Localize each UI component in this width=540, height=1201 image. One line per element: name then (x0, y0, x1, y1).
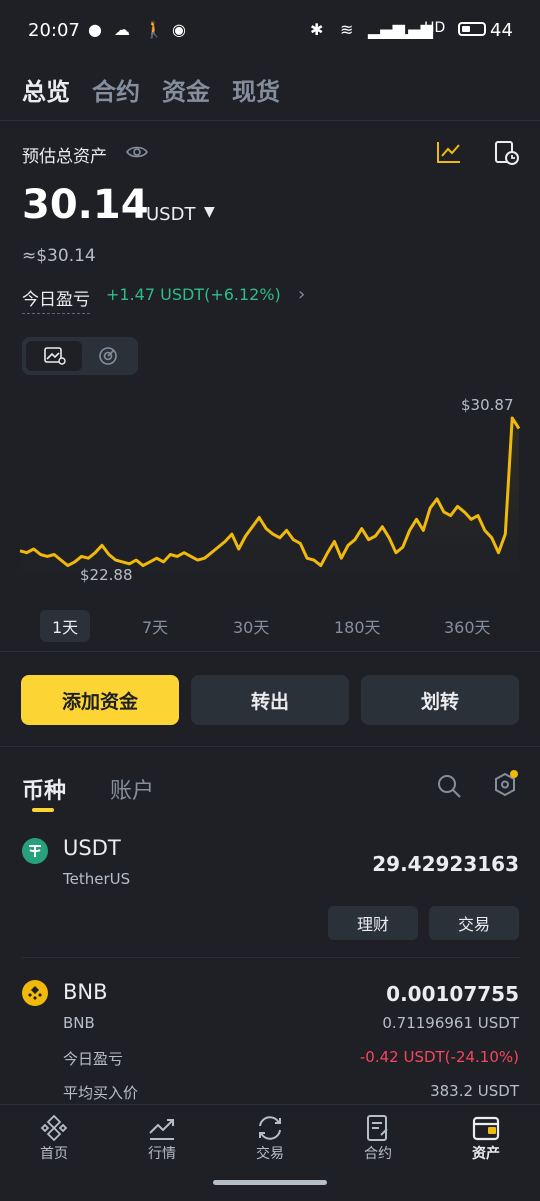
trade-button[interactable]: 交易 (429, 906, 519, 940)
asset-avg-value: 383.2 USDT (430, 1082, 519, 1100)
walk-icon: 🚶 (144, 20, 164, 39)
asset-name: TetherUS (63, 870, 131, 888)
tab-futures[interactable]: 合约 (92, 72, 140, 112)
settings-hex-icon[interactable] (492, 770, 520, 800)
bnb-logo-icon (22, 980, 48, 1006)
eye-icon[interactable] (126, 144, 148, 160)
cloud-icon: ☁ (114, 20, 130, 39)
divider (0, 651, 540, 652)
top-tabs: 总览 合约 资金 现货 (22, 72, 280, 112)
asset-symbol: BNB (63, 980, 108, 1004)
asset-row-usdt[interactable]: USDT TetherUS 29.42923163 理财 交易 (0, 830, 540, 958)
chat-bubble-icon: ● (88, 20, 102, 39)
home-indicator (213, 1180, 327, 1185)
nav-assets[interactable]: 资产 (432, 1105, 540, 1175)
line-chart-toggle[interactable] (26, 341, 82, 371)
transfer-button[interactable]: 划转 (361, 675, 519, 725)
balance-currency[interactable]: USDT (146, 204, 195, 225)
hotspot-icon: ✱ (310, 20, 324, 39)
wallet-icon (472, 1116, 500, 1141)
asset-avg-label: 平均买入价 (63, 1084, 139, 1102)
today-pnl-label[interactable]: 今日盈亏 (22, 285, 90, 314)
estimated-assets-label: 预估总资产 (22, 147, 107, 167)
status-time: 20:07 (28, 20, 80, 41)
divider (0, 120, 540, 121)
pie-chart-icon[interactable] (97, 346, 119, 366)
hd-badge: HD (424, 20, 446, 36)
nav-trade[interactable]: 交易 (216, 1105, 324, 1175)
asset-amount: 0.00107755 (386, 982, 519, 1006)
nav-markets[interactable]: 行情 (108, 1105, 216, 1175)
battery-level: 44 (490, 20, 513, 41)
nav-label: 首页 (40, 1146, 68, 1162)
asset-pnl-label: 今日盈亏 (63, 1050, 124, 1068)
tab-active-indicator (32, 808, 54, 812)
range-30d[interactable]: 30天 (233, 614, 269, 638)
status-bar: 20:07 ● ☁ 🚶 ◉ ✱ ≋ ▂▄▆ ▂▄▆ HD 44 (0, 0, 540, 62)
asset-amount: 29.42923163 (372, 852, 519, 876)
pnl-chart-icon[interactable] (436, 140, 462, 164)
range-7d[interactable]: 7天 (142, 614, 168, 638)
home-icon (40, 1114, 68, 1142)
add-funds-button[interactable]: 添加资金 (21, 675, 179, 725)
divider (0, 746, 540, 747)
asset-pnl-value: -0.42 USDT(-24.10%) (359, 1048, 519, 1066)
tab-accounts[interactable]: 账户 (110, 773, 154, 805)
search-icon[interactable] (436, 773, 462, 799)
asset-value: 0.71196961 USDT (382, 1014, 519, 1032)
range-360d[interactable]: 360天 (444, 614, 491, 638)
asset-row-bnb[interactable]: BNB BNB 0.00107755 0.71196961 USDT 今日盈亏 … (0, 972, 540, 1102)
nav-futures[interactable]: 合约 (324, 1105, 432, 1175)
nav-label: 行情 (148, 1146, 176, 1162)
tab-spot[interactable]: 现货 (232, 72, 280, 112)
trade-icon (259, 1116, 281, 1140)
markets-icon (149, 1119, 174, 1140)
bottom-nav: 首页 行情 交易 合约 资产 (0, 1104, 540, 1201)
wechat-icon: ◉ (172, 20, 186, 39)
asset-name: BNB (63, 1014, 95, 1032)
today-pnl-value[interactable]: +1.47 USDT(+6.12%) (106, 285, 281, 304)
chart-area-fill (20, 418, 519, 580)
range-180d[interactable]: 180天 (334, 614, 381, 638)
nav-label: 交易 (256, 1146, 284, 1162)
chart-low-label: $22.88 (80, 566, 133, 584)
nav-label: 合约 (364, 1146, 392, 1162)
futures-icon (367, 1115, 388, 1141)
nav-label: 资产 (472, 1146, 500, 1162)
chart-mode-toggle (22, 337, 138, 375)
tab-funding[interactable]: 资金 (162, 72, 210, 112)
tab-overview[interactable]: 总览 (22, 72, 70, 112)
caret-down-icon[interactable]: ▼ (204, 204, 215, 220)
divider (22, 957, 520, 958)
tab-coins[interactable]: 币种 (22, 773, 66, 805)
range-1d[interactable]: 1天 (40, 610, 91, 642)
image-chart-icon (44, 347, 66, 365)
usdt-logo-icon (22, 838, 48, 864)
battery-icon (458, 22, 486, 36)
earn-button[interactable]: 理财 (328, 906, 418, 940)
total-balance: 30.14 (22, 182, 149, 228)
approx-usd: ≈$30.14 (22, 246, 96, 266)
withdraw-button[interactable]: 转出 (191, 675, 349, 725)
asset-symbol: USDT (63, 836, 121, 860)
range-selector: 1天 7天 30天 180天 360天 (0, 610, 540, 642)
wifi-icon: ≋ (340, 20, 354, 39)
nav-home[interactable]: 首页 (0, 1105, 108, 1175)
history-icon[interactable] (494, 140, 520, 166)
chevron-right-icon[interactable]: › (298, 284, 305, 305)
